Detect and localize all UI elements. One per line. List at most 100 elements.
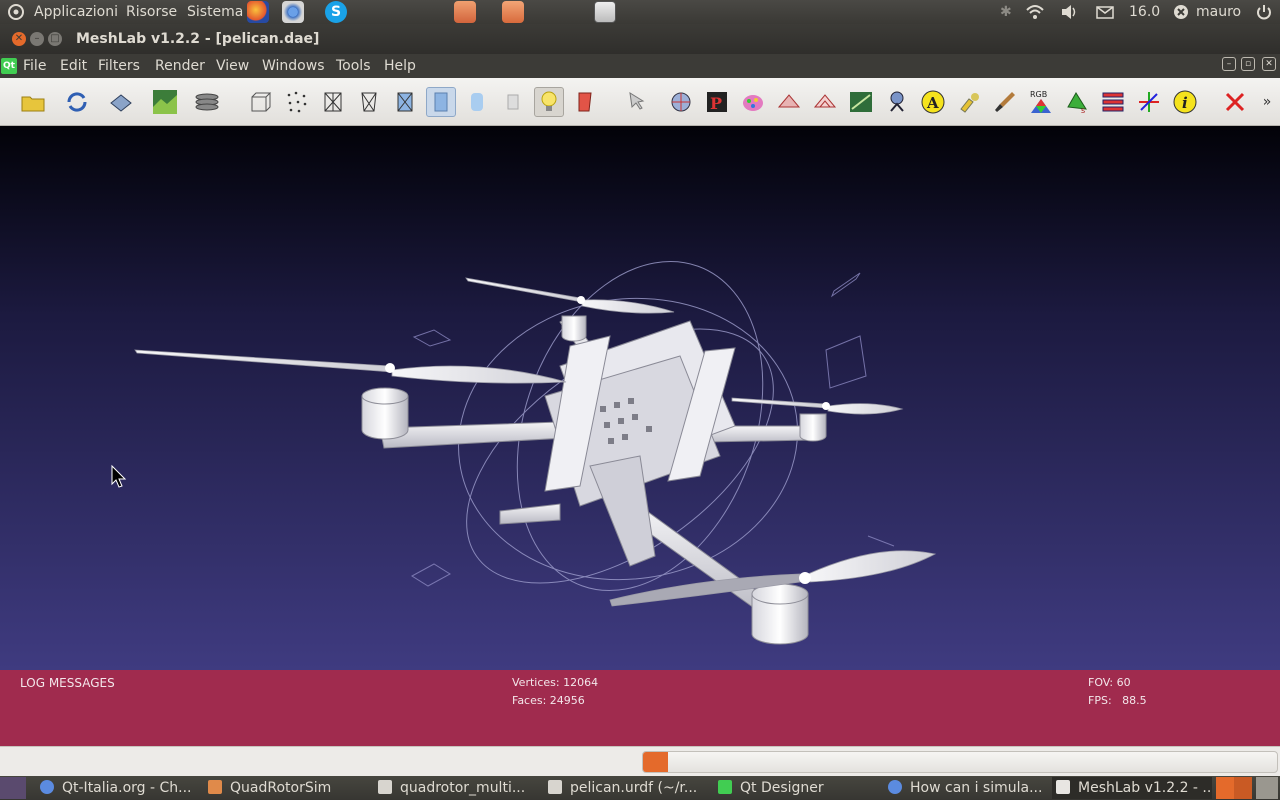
menu-help[interactable]: Help <box>384 54 416 78</box>
3d-viewport[interactable] <box>0 126 1280 670</box>
window-titlebar[interactable]: ✕ – □ MeshLab v1.2.2 - [pelican.dae] <box>0 24 1280 54</box>
svg-text:i: i <box>1182 94 1188 112</box>
qt-logo-icon: Qt <box>1 58 17 74</box>
maximize-window-button[interactable]: □ <box>48 32 62 46</box>
minimize-window-button[interactable]: – <box>30 32 44 46</box>
task-pelican-urdf[interactable]: pelican.urdf (~/r... <box>548 777 708 799</box>
menu-file[interactable]: File <box>23 54 46 78</box>
toolbar-overflow-icon[interactable]: » <box>1258 87 1276 117</box>
menu-filters[interactable]: Filters <box>98 54 140 78</box>
vertices-count: Vertices: 12064 <box>512 676 599 689</box>
task-label: quadrotor_multi... <box>400 780 526 796</box>
menu-sistema[interactable]: Sistema <box>187 0 243 24</box>
progress-bar <box>642 751 1278 773</box>
skype-icon[interactable]: S <box>325 1 347 23</box>
texture-param-icon[interactable] <box>846 87 876 117</box>
top-panel: Applicazioni Risorse Sistema S ✱ 16.0 ma… <box>0 0 1280 24</box>
user-name[interactable]: mauro <box>1196 0 1241 24</box>
fps-value: FPS: 88.5 <box>1088 694 1147 707</box>
pick-points-icon[interactable] <box>666 87 696 117</box>
open-folder-icon[interactable] <box>18 87 48 117</box>
menu-applicazioni[interactable]: Applicazioni <box>34 0 118 24</box>
meshlab-task-icon <box>1056 780 1070 794</box>
double-side-icon[interactable] <box>570 87 600 117</box>
qt-designer-task-icon <box>718 780 732 794</box>
pelican-model[interactable] <box>0 126 1280 670</box>
smooth-icon[interactable] <box>462 87 492 117</box>
manipulator-icon[interactable] <box>882 87 912 117</box>
menubar: Qt File Edit Filters Render View Windows… <box>0 54 1280 78</box>
mdi-restore-icon[interactable]: ▫ <box>1241 57 1255 71</box>
ubuntu-logo-icon[interactable] <box>6 0 26 24</box>
close-x-icon[interactable] <box>1220 87 1250 117</box>
folder-icon[interactable] <box>502 1 524 23</box>
paint-icon[interactable] <box>738 87 768 117</box>
log-messages-title: LOG MESSAGES <box>20 676 115 690</box>
editor-task-icon <box>548 780 562 794</box>
task-label: MeshLab v1.2.2 - ... <box>1078 780 1212 796</box>
axes-icon[interactable] <box>1134 87 1164 117</box>
menu-tools[interactable]: Tools <box>336 54 371 78</box>
home-folder-icon[interactable] <box>454 1 476 23</box>
task-label: pelican.urdf (~/r... <box>570 780 698 796</box>
info-panel: LOG MESSAGES Vertices: 12064 Faces: 2495… <box>0 670 1280 746</box>
bbox-icon[interactable] <box>246 87 276 117</box>
task-meshlab[interactable]: MeshLab v1.2.2 - ... <box>1052 777 1212 799</box>
pdf-export-icon[interactable]: P <box>702 87 732 117</box>
task-label: Qt Designer <box>740 780 824 796</box>
bluetooth-icon[interactable]: ✱ <box>1000 0 1012 24</box>
menu-windows[interactable]: Windows <box>262 54 325 78</box>
shading-icon[interactable]: s <box>1062 87 1092 117</box>
mail-icon[interactable] <box>1096 0 1114 24</box>
texture-icon[interactable] <box>498 87 528 117</box>
task-qt-italia[interactable]: Qt-Italia.org - Ch... <box>40 777 198 799</box>
mdi-minimize-icon[interactable]: – <box>1222 57 1236 71</box>
close-window-button[interactable]: ✕ <box>12 32 26 46</box>
svg-text:A: A <box>926 94 939 112</box>
task-how-can-i-simulate[interactable]: How can i simula... <box>888 777 1048 799</box>
folder-task-icon <box>208 780 222 794</box>
menu-view[interactable]: View <box>216 54 249 78</box>
task-quadrotor-multi[interactable]: quadrotor_multi... <box>378 777 538 799</box>
menu-edit[interactable]: Edit <box>60 54 87 78</box>
task-label: How can i simula... <box>910 780 1043 796</box>
select-faces-icon[interactable] <box>620 87 650 117</box>
snapshot-icon[interactable] <box>150 87 180 117</box>
status-bar <box>0 746 1280 776</box>
flat-lines-icon[interactable] <box>390 87 420 117</box>
info-icon[interactable]: i <box>1170 87 1200 117</box>
chromium-task-icon <box>40 780 54 794</box>
menu-risorse[interactable]: Risorse <box>126 0 177 24</box>
menu-render[interactable]: Render <box>155 54 205 78</box>
trash-icon[interactable] <box>1256 777 1278 799</box>
wireframe-icon[interactable] <box>318 87 348 117</box>
editor-task-icon <box>378 780 392 794</box>
edit-align-icon[interactable] <box>810 87 840 117</box>
save-icon[interactable] <box>106 87 136 117</box>
lighting-icon[interactable] <box>534 87 564 117</box>
measure-icon[interactable] <box>774 87 804 117</box>
layers-icon[interactable] <box>192 87 222 117</box>
clock[interactable]: 16.0 <box>1129 0 1160 24</box>
task-quadrotorsim[interactable]: QuadRotorSim <box>208 777 368 799</box>
task-qt-designer[interactable]: Qt Designer <box>718 777 878 799</box>
sample-icon[interactable] <box>954 87 984 117</box>
hidden-lines-icon[interactable] <box>354 87 384 117</box>
workspace-switcher[interactable] <box>1216 777 1252 799</box>
volume-icon[interactable] <box>1059 0 1079 24</box>
paint-brush-icon[interactable] <box>990 87 1020 117</box>
user-status-icon[interactable] <box>1172 0 1190 24</box>
firefox-icon[interactable] <box>247 1 269 23</box>
power-icon[interactable] <box>1255 0 1273 24</box>
annotate-icon[interactable]: A <box>918 87 948 117</box>
mdi-close-icon[interactable]: ✕ <box>1262 57 1276 71</box>
stratum-icon[interactable] <box>1098 87 1128 117</box>
chromium-icon[interactable] <box>282 1 304 23</box>
screenshot-icon[interactable] <box>594 1 616 23</box>
wifi-icon[interactable] <box>1025 0 1045 24</box>
flat-icon[interactable] <box>426 87 456 117</box>
reload-icon[interactable] <box>62 87 92 117</box>
show-desktop-icon[interactable] <box>0 777 26 799</box>
points-icon[interactable] <box>282 87 312 117</box>
rgb-color-icon[interactable]: RGB <box>1026 87 1056 117</box>
